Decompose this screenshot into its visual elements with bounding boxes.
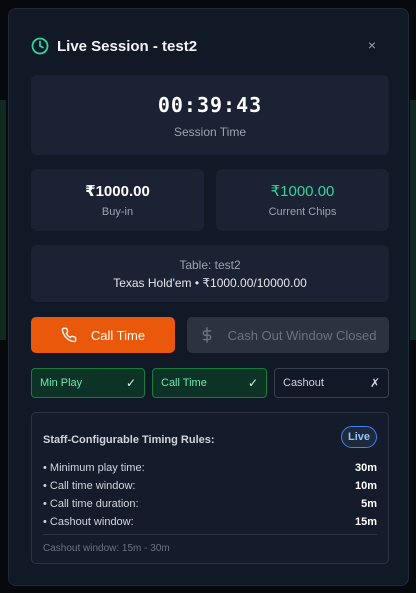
clock-icon xyxy=(31,37,49,55)
session-timer-label: Session Time xyxy=(173,125,247,139)
current-chips-card: ₹1000.00 Current Chips xyxy=(216,169,389,231)
rule-value: 30m xyxy=(354,462,377,474)
phone-icon xyxy=(61,327,77,343)
table-game-stakes: Texas Hold'em • ₹1000.00/10000.00 xyxy=(113,276,307,290)
session-timer-card: 00:39:43 Session Time xyxy=(31,75,389,155)
call-time-button[interactable]: Call Time xyxy=(31,317,175,353)
cashout-status: Cashout ✗ xyxy=(274,368,389,398)
rule-label: • Call time duration: xyxy=(43,498,139,510)
rule-value: 10m xyxy=(354,480,377,492)
call-time-status: Call Time ✓ xyxy=(152,368,267,398)
current-chips-label: Current Chips xyxy=(268,206,337,218)
cash-out-label: Cash Out Window Closed xyxy=(227,327,377,343)
dollar-icon xyxy=(200,327,214,343)
divider xyxy=(43,534,377,535)
rule-value: 5m xyxy=(361,498,377,510)
session-timer: 00:39:43 xyxy=(157,93,263,117)
check-icon: ✓ xyxy=(247,376,258,390)
buyin-card: ₹1000.00 Buy-in xyxy=(31,169,204,231)
close-icon[interactable]: × xyxy=(368,37,376,53)
modal-header: Live Session - test2 × xyxy=(31,35,386,57)
backdrop-table-edge-left xyxy=(0,100,6,340)
min-play-label: Min Play xyxy=(40,377,83,389)
timing-rules-title: Staff-Configurable Timing Rules: xyxy=(43,434,215,446)
rule-label: • Call time window: xyxy=(43,480,136,492)
rule-value: 15m xyxy=(354,516,377,528)
live-session-modal: Live Session - test2 × 00:39:43 Session … xyxy=(8,8,409,586)
rule-row: • Minimum play time: 30m xyxy=(43,459,377,477)
current-chips-amount: ₹1000.00 xyxy=(270,183,335,200)
rule-label: • Minimum play time: xyxy=(43,462,145,474)
rule-label: • Cashout window: xyxy=(43,516,134,528)
live-badge: Live xyxy=(341,426,377,448)
buyin-amount: ₹1000.00 xyxy=(85,183,150,200)
timing-rules-card: Staff-Configurable Timing Rules: Live • … xyxy=(31,412,389,564)
cashout-status-label: Cashout xyxy=(283,377,324,389)
table-name: Table: test2 xyxy=(179,258,241,272)
rule-row: • Call time duration: 5m xyxy=(43,495,377,513)
buyin-label: Buy-in xyxy=(101,206,134,218)
cash-out-button[interactable]: Cash Out Window Closed xyxy=(187,317,389,353)
min-play-status: Min Play ✓ xyxy=(31,368,145,398)
rule-row: • Cashout window: 15m xyxy=(43,513,377,531)
session-status-row: Min Play ✓ Call Time ✓ Cashout ✗ xyxy=(31,368,389,398)
cross-icon: ✗ xyxy=(369,376,380,390)
table-info-card: Table: test2 Texas Hold'em • ₹1000.00/10… xyxy=(31,245,389,302)
rule-row: • Call time window: 10m xyxy=(43,477,377,495)
cashout-window-note: Cashout window: 15m - 30m xyxy=(43,543,170,554)
backdrop-table-edge-right xyxy=(410,100,416,340)
modal-title: Live Session - test2 xyxy=(57,37,198,55)
call-time-status-label: Call Time xyxy=(161,377,207,389)
timing-rules-list: • Minimum play time: 30m • Call time win… xyxy=(43,459,377,531)
call-time-label: Call Time xyxy=(90,327,146,343)
check-icon: ✓ xyxy=(125,376,136,390)
